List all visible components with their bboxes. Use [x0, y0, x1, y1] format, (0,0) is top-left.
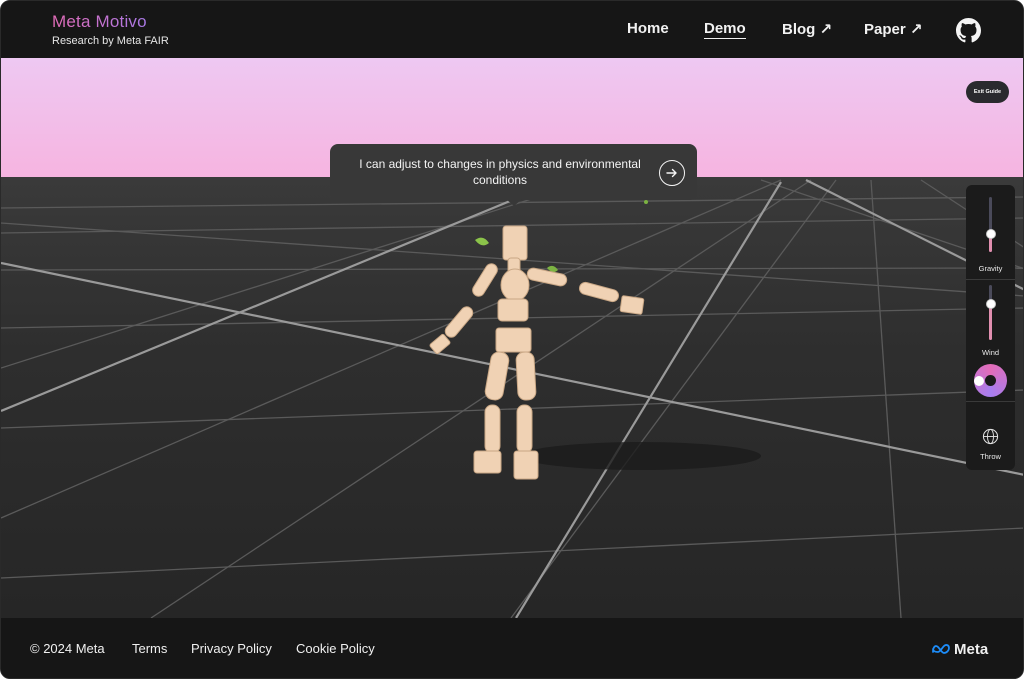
footer-link-privacy[interactable]: Privacy Policy	[191, 641, 272, 656]
nav-paper[interactable]: Paper ↗	[864, 20, 922, 38]
physics-controls-panel: Gravity Wind Throw	[966, 185, 1015, 470]
meta-infinity-icon	[932, 644, 950, 654]
copyright: © 2024 Meta	[30, 641, 105, 656]
gravity-label: Gravity	[978, 264, 1003, 273]
site-header: Meta Motivo Research by Meta FAIR Home D…	[1, 1, 1023, 58]
throw-label[interactable]: Throw	[966, 452, 1015, 461]
guide-tooltip: I can adjust to changes in physics and e…	[330, 144, 697, 206]
github-icon[interactable]	[956, 18, 981, 43]
tooltip-tail	[506, 199, 522, 206]
simulation-viewport[interactable]: Exit Guide I can adjust to changes in ph…	[1, 58, 1023, 618]
brand-title: Meta Motivo	[52, 12, 169, 32]
brand-subtitle: Research by Meta FAIR	[52, 35, 169, 47]
gravity-slider-knob[interactable]	[985, 229, 996, 239]
wind-dial-knob[interactable]	[974, 376, 984, 386]
brand[interactable]: Meta Motivo Research by Meta FAIR	[52, 12, 169, 47]
nav-demo[interactable]: Demo	[704, 20, 746, 39]
wind-label: Wind	[981, 348, 1000, 357]
leaf	[644, 200, 648, 204]
site-footer: © 2024 Meta Terms Privacy Policy Cookie …	[1, 618, 1023, 678]
meta-logo[interactable]: Meta	[931, 639, 988, 659]
exit-guide-button[interactable]: Exit Guide	[966, 81, 1009, 103]
footer-link-terms[interactable]: Terms	[132, 641, 167, 656]
nav-blog[interactable]: Blog ↗	[782, 20, 832, 38]
wind-slider-fill	[989, 304, 992, 340]
globe-icon[interactable]	[982, 428, 999, 445]
footer-link-cookie[interactable]: Cookie Policy	[296, 641, 375, 656]
wind-slider-knob[interactable]	[985, 299, 996, 309]
wind-slider[interactable]	[985, 285, 996, 340]
wind-direction-dial-icon[interactable]	[974, 364, 1007, 397]
meta-logo-text: Meta	[954, 640, 989, 658]
figure-shadow	[521, 442, 761, 470]
arrow-right-icon	[666, 168, 677, 178]
tooltip-next-button[interactable]	[659, 160, 685, 186]
scene-canvas	[1, 58, 1023, 618]
tooltip-text: I can adjust to changes in physics and e…	[359, 157, 641, 187]
gravity-slider[interactable]	[985, 197, 996, 252]
divider	[966, 279, 1015, 280]
app-frame: Meta Motivo Research by Meta FAIR Home D…	[0, 0, 1024, 679]
divider	[966, 401, 1015, 402]
wind-dial-center	[985, 375, 996, 386]
nav-home[interactable]: Home	[627, 20, 669, 37]
